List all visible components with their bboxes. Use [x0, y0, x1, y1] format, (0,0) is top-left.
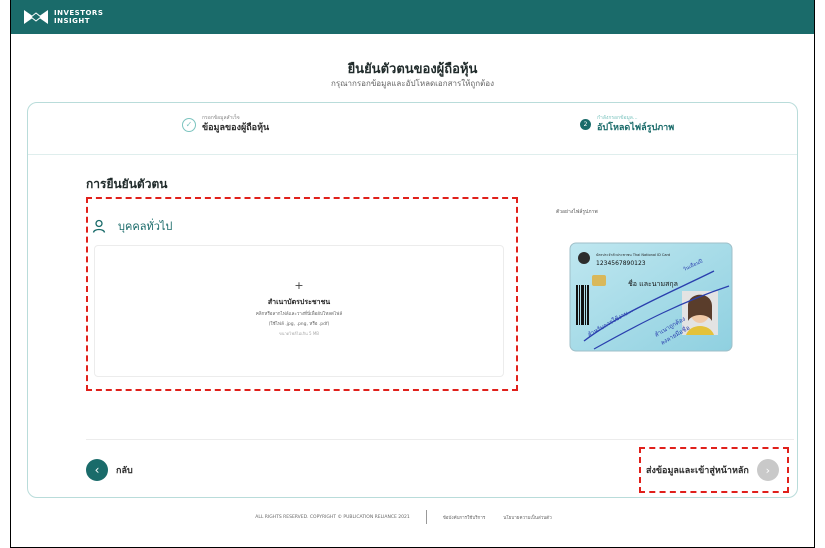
brand-logo[interactable]: INVESTORS INSIGHT: [23, 7, 103, 27]
chevron-left-icon: ‹: [86, 459, 108, 481]
back-label: กลับ: [116, 466, 133, 476]
section-title: การยืนยันตัวตน: [86, 177, 168, 191]
submit-button[interactable]: ส่งข้อมูลและเข้าสู่หน้าหลัก ›: [646, 459, 779, 481]
barcode: [576, 285, 589, 325]
step-label: ข้อมูลของผู้ถือหุ้น: [202, 123, 270, 133]
page-subtitle: กรุณากรอกข้อมูลและอัปโหลดเอกสารให้ถูกต้อ…: [330, 79, 495, 88]
card-number-text: 1234567890123: [596, 260, 646, 267]
stepper: ✓ กรอกข้อมูลสำเร็จ ข้อมูลของผู้ถือหุ้น 2…: [28, 103, 797, 155]
upload-file-types: (ใช้ไฟล์ .jpg, .png, หรือ .pdf): [268, 322, 330, 327]
upload-size-limit: ขนาดไฟล์ไม่เกิน 5 MB: [278, 331, 320, 336]
check-icon: ✓: [182, 117, 196, 132]
footer: ALL RIGHTS RESERVED. COPYRIGHT © PUBLICA…: [11, 510, 814, 524]
upload-title: สำเนาบัตรประชาชน: [267, 298, 331, 306]
app-window: INVESTORS INSIGHT ยืนยันตัวตนของผู้ถือหุ…: [10, 0, 815, 548]
footer-link-terms[interactable]: ข้อบังคับการใช้บริการ: [443, 514, 486, 521]
verification-card: ✓ กรอกข้อมูลสำเร็จ ข้อมูลของผู้ถือหุ้น 2…: [27, 102, 798, 498]
person-type-label: บุคคลทั่วไป: [118, 220, 173, 233]
card-name-text: ชื่อ และนามสกุล: [628, 279, 678, 288]
step-shareholder-info[interactable]: ✓ กรอกข้อมูลสำเร็จ ข้อมูลของผู้ถือหุ้น: [182, 115, 269, 134]
footer-copyright: ALL RIGHTS RESERVED. COPYRIGHT © PUBLICA…: [255, 514, 410, 520]
sample-id-card-image: บัตรประจำตัวประชาชน Thai National ID Car…: [569, 242, 733, 352]
id-card-upload-dropzone[interactable]: + สำเนาบัตรประชาชน คลิกหรือลากไฟล์และวาง…: [94, 245, 504, 377]
submit-label: ส่งข้อมูลและเข้าสู่หน้าหลัก: [646, 466, 749, 476]
step-label: อัปโหลดไฟล์รูปภาพ: [597, 123, 675, 133]
plus-icon: +: [294, 279, 304, 292]
brand-line-2: INSIGHT: [54, 17, 90, 25]
step-upload-image[interactable]: 2 กำลังกรอกข้อมูล... อัปโหลดไฟล์รูปภาพ: [580, 115, 674, 134]
user-icon: [92, 219, 106, 233]
top-bar: INVESTORS INSIGHT: [11, 0, 814, 34]
person-type-panel: บุคคลทั่วไป + สำเนาบัตรประชาชน คลิกหรือล…: [86, 199, 516, 389]
upload-hint: คลิกหรือลากไฟล์และวางที่นี่เพื่ออัปโหลดไ…: [255, 312, 343, 317]
investors-insight-logo-icon: [24, 10, 48, 24]
brand-line-1: INVESTORS: [54, 9, 104, 17]
person-type-header[interactable]: บุคคลทั่วไป: [92, 217, 172, 235]
chevron-right-icon: ›: [756, 459, 779, 481]
step-number-badge: 2: [580, 119, 591, 130]
divider: [86, 439, 794, 440]
step-status: กำลังกรอกข้อมูล...: [597, 115, 638, 121]
footer-divider: [425, 510, 427, 524]
back-button[interactable]: ‹ กลับ: [86, 459, 133, 481]
step-status: กรอกข้อมูลสำเร็จ: [202, 115, 240, 121]
card-header-text: บัตรประจำตัวประชาชน Thai National ID Car…: [596, 253, 670, 257]
sample-label: ตัวอย่างไฟล์รูปภาพ: [556, 209, 598, 215]
brand-name: INVESTORS INSIGHT: [54, 9, 103, 25]
page-title: ยืนยันตัวตนของผู้ถือหุ้น: [347, 62, 478, 77]
footer-link-privacy[interactable]: นโยบายความเป็นส่วนตัว: [503, 514, 551, 521]
